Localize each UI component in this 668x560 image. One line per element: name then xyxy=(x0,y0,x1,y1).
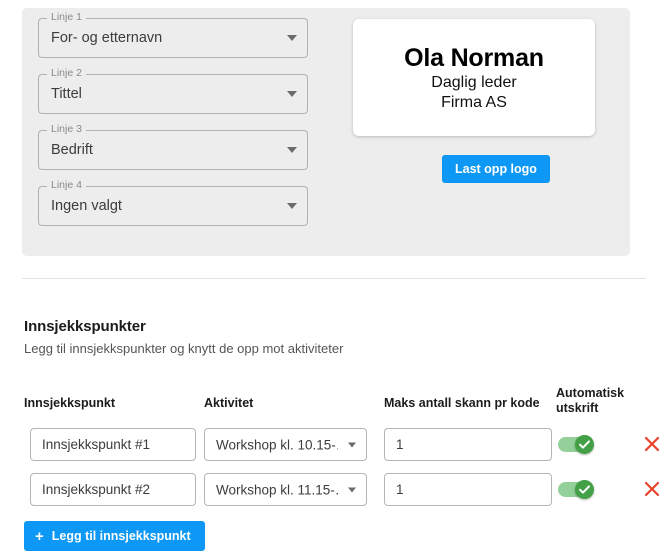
check-icon xyxy=(579,485,590,494)
max-scans-input[interactable] xyxy=(384,473,552,506)
badge-line-fields: Linje 1 For- og etternavn Linje 2 Tittel… xyxy=(38,11,308,242)
checkpoints-table: Innsjekkspunkt Aktivitet Maks antall ska… xyxy=(24,385,664,513)
preview-company: Firma AS xyxy=(441,93,507,111)
check-icon xyxy=(579,440,590,449)
badge-line-1-select[interactable]: Linje 1 For- og etternavn xyxy=(38,11,308,58)
badge-line-3-select[interactable]: Linje 3 Bedrift xyxy=(38,123,308,170)
auto-print-toggle[interactable] xyxy=(558,435,594,454)
upload-logo-button[interactable]: Last opp logo xyxy=(442,155,550,183)
badge-line-3-value: Bedrift xyxy=(51,142,93,158)
table-row: Workshop kl. 10.15-… xyxy=(24,423,664,468)
chevron-down-icon xyxy=(348,442,356,447)
chevron-down-icon[interactable] xyxy=(287,203,297,209)
activity-select-value: Workshop kl. 10.15-… xyxy=(216,437,338,452)
badge-line-1-value: For- og etternavn xyxy=(51,30,163,46)
preview-title: Daglig leder xyxy=(431,73,517,91)
auto-print-toggle[interactable] xyxy=(558,480,594,499)
table-row: Workshop kl. 11.15-… xyxy=(24,468,664,513)
chevron-down-icon xyxy=(348,487,356,492)
table-header-row: Innsjekkspunkt Aktivitet Maks antall ska… xyxy=(24,385,664,423)
column-header-max-scans: Maks antall skann pr kode xyxy=(384,396,540,410)
add-checkpoint-button[interactable]: + Legg til innsjekkspunkt xyxy=(24,521,205,551)
badge-line-4-label: Linje 4 xyxy=(47,179,86,191)
chevron-down-icon[interactable] xyxy=(287,91,297,97)
checkpoints-heading: Innsjekkspunkter xyxy=(24,318,146,335)
badge-line-4-value: Ingen valgt xyxy=(51,198,122,214)
badge-preview-card: Ola Norman Daglig leder Firma AS xyxy=(353,19,595,136)
max-scans-input[interactable] xyxy=(384,428,552,461)
section-divider xyxy=(22,278,646,279)
checkpoint-name-input[interactable] xyxy=(30,473,196,506)
badge-line-2-value: Tittel xyxy=(51,86,82,102)
plus-icon: + xyxy=(35,527,44,545)
column-header-activity: Aktivitet xyxy=(204,396,254,410)
chevron-down-icon[interactable] xyxy=(287,147,297,153)
badge-design-panel: Linje 1 For- og etternavn Linje 2 Tittel… xyxy=(22,8,630,256)
badge-line-3-label: Linje 3 xyxy=(47,123,86,135)
add-checkpoint-label: Legg til innsjekkspunkt xyxy=(51,529,191,543)
badge-line-4-select[interactable]: Linje 4 Ingen valgt xyxy=(38,179,308,226)
delete-row-icon[interactable] xyxy=(640,477,664,501)
chevron-down-icon[interactable] xyxy=(287,35,297,41)
activity-select[interactable]: Workshop kl. 10.15-… xyxy=(204,428,367,461)
badge-line-2-label: Linje 2 xyxy=(47,67,86,79)
column-header-name: Innsjekkspunkt xyxy=(24,396,115,410)
activity-select-value: Workshop kl. 11.15-… xyxy=(216,482,338,497)
preview-name: Ola Norman xyxy=(404,43,544,72)
delete-row-icon[interactable] xyxy=(640,432,664,456)
badge-line-1-label: Linje 1 xyxy=(47,11,86,23)
checkpoint-name-input[interactable] xyxy=(30,428,196,461)
checkpoints-subheading: Legg til innsjekkspunkter og knytt de op… xyxy=(24,341,344,356)
activity-select[interactable]: Workshop kl. 11.15-… xyxy=(204,473,367,506)
column-header-auto-print: Automatisk utskrift xyxy=(556,386,625,415)
badge-line-2-select[interactable]: Linje 2 Tittel xyxy=(38,67,308,114)
